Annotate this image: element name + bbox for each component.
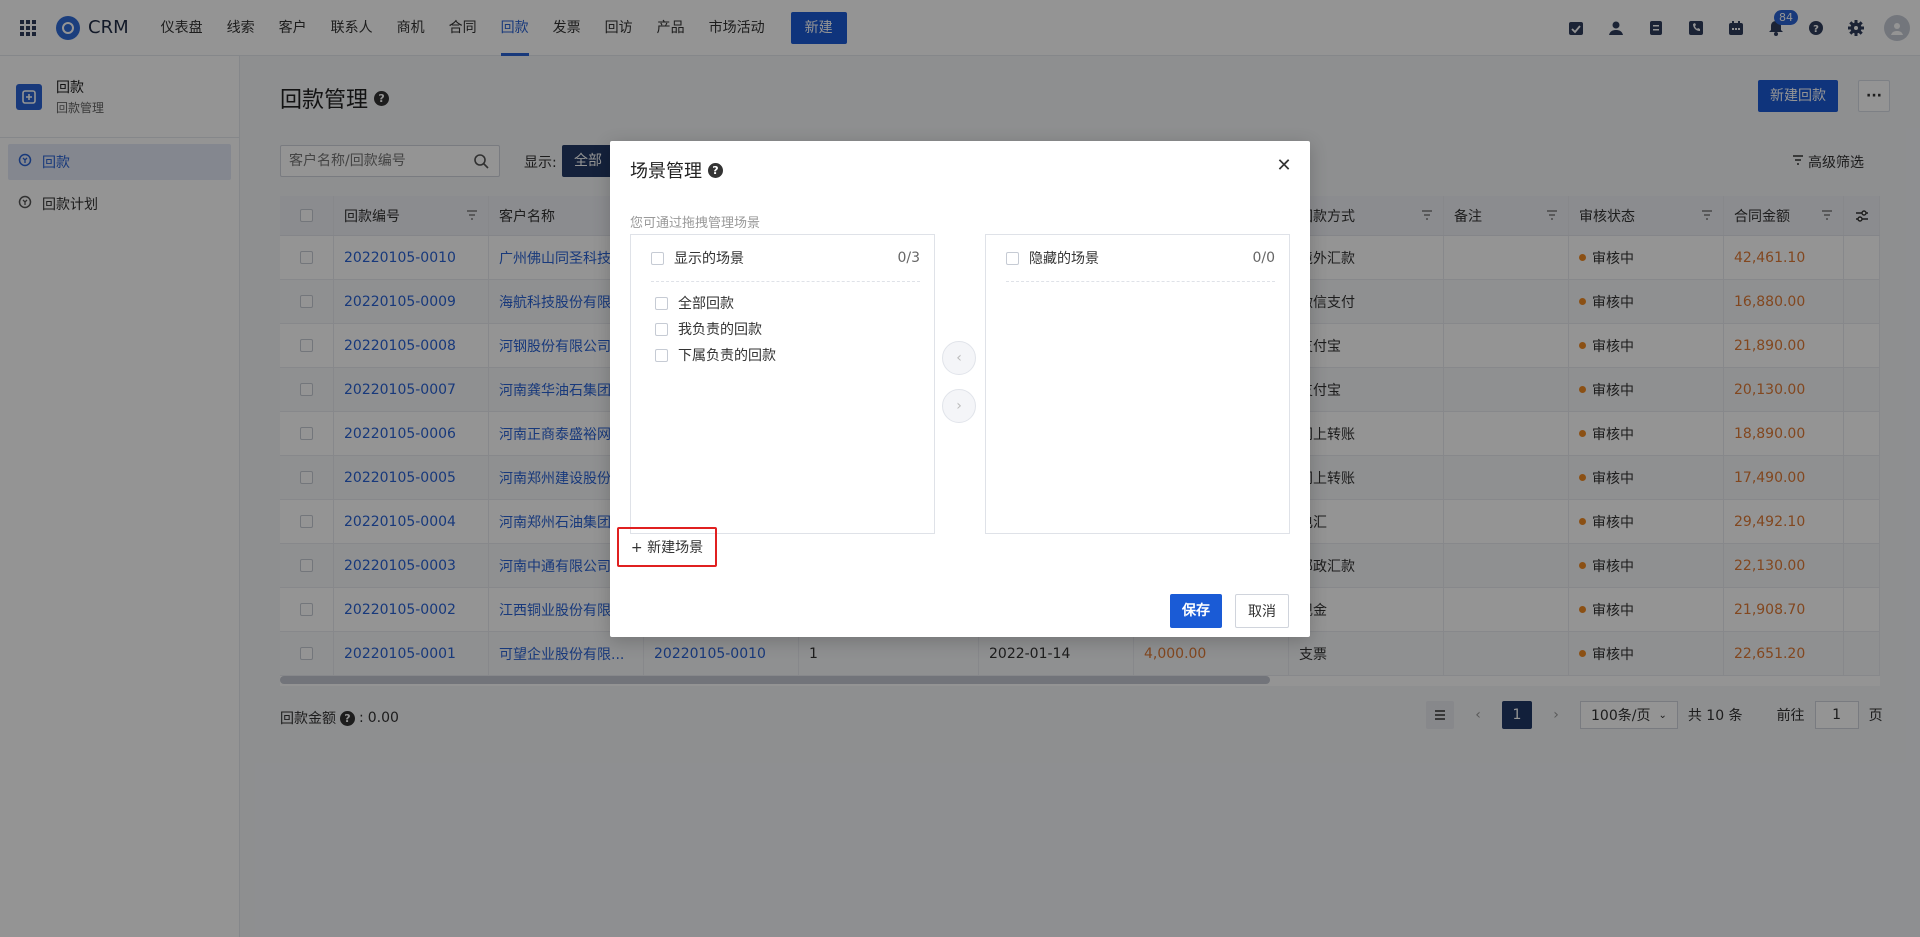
scene-label: 我负责的回款 — [678, 322, 762, 338]
move-left-button[interactable]: ‹ — [942, 341, 976, 375]
scene-item[interactable]: 我负责的回款 — [655, 316, 934, 342]
hidden-scenes-header: 隐藏的场景 0/0 — [1006, 235, 1275, 282]
cancel-button[interactable]: 取消 — [1235, 594, 1289, 628]
scene-label: 全部回款 — [678, 296, 734, 312]
scene-checkbox[interactable] — [655, 348, 668, 362]
shown-scenes-panel: 显示的场景 0/3 全部回款我负责的回款 下属负责的回款 — [630, 234, 935, 534]
shown-scenes-header: 显示的场景 0/3 — [651, 235, 920, 282]
select-all-shown-checkbox[interactable] — [651, 251, 664, 265]
scene-manager-dialog: 场景管理 ? ✕ 您可通过拖拽管理场景 显示的场景 0/3 全部回款我负责的回款… — [610, 141, 1310, 637]
move-right-button[interactable]: › — [942, 389, 976, 423]
new-scene-button[interactable]: + 新建场景 — [617, 527, 717, 567]
shown-scenes-count: 0/3 — [897, 250, 920, 266]
hidden-scenes-count: 0/0 — [1252, 250, 1275, 266]
scene-item[interactable]: 全部回款 — [655, 290, 934, 316]
scene-checkbox[interactable] — [655, 296, 668, 310]
dialog-title: 场景管理 ? — [630, 157, 723, 183]
select-all-hidden-checkbox[interactable] — [1006, 251, 1019, 265]
scene-item[interactable]: 下属负责的回款 — [655, 342, 934, 368]
shown-scenes-list: 全部回款我负责的回款 下属负责的回款 — [631, 282, 934, 368]
scene-checkbox[interactable] — [655, 322, 668, 336]
shown-scenes-title: 显示的场景 — [674, 251, 744, 267]
dialog-title-text: 场景管理 — [630, 161, 702, 182]
drag-hint: 您可通过拖拽管理场景 — [630, 216, 761, 231]
hidden-scenes-panel: 隐藏的场景 0/0 — [985, 234, 1290, 534]
hidden-scenes-title: 隐藏的场景 — [1029, 251, 1099, 267]
help-icon[interactable]: ? — [708, 162, 723, 178]
scene-label: 下属负责的回款 — [678, 348, 776, 364]
close-icon[interactable]: ✕ — [1274, 155, 1294, 176]
save-button[interactable]: 保存 — [1170, 594, 1222, 628]
